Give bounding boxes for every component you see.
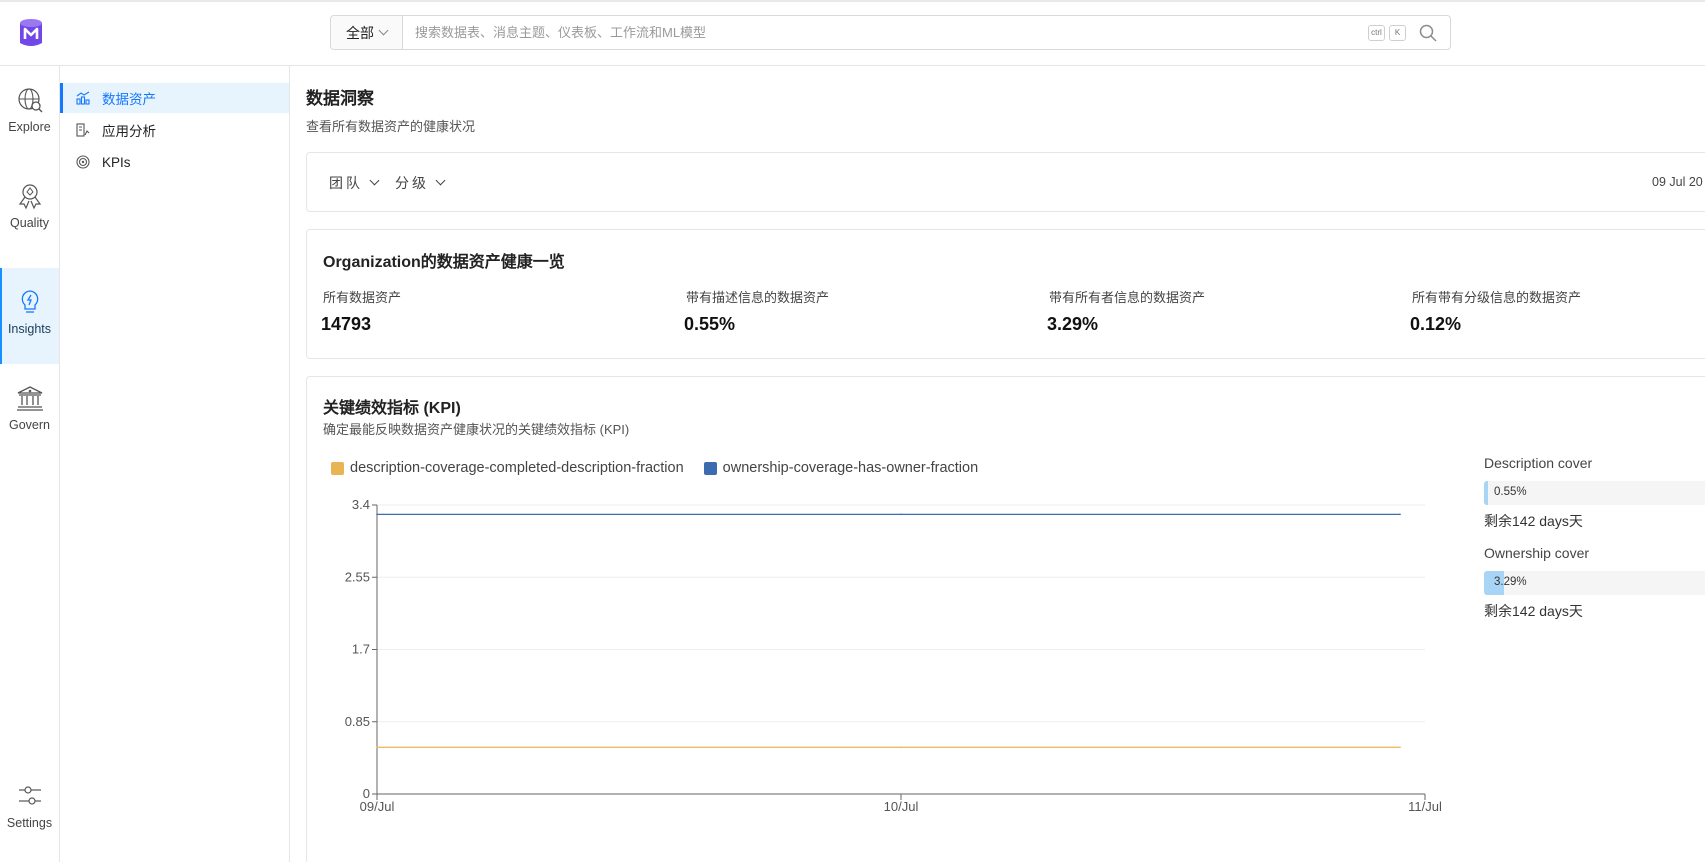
- stat-value: 14793: [321, 314, 372, 334]
- kpi-progress-fill: [1484, 481, 1488, 505]
- tier-filter-label: 分级: [395, 175, 429, 191]
- legend-swatch: [703, 461, 717, 475]
- kpi-subtitle: 确定最能反映数据资产健康状况的关键绩效指标 (KPI): [323, 422, 630, 437]
- search-input[interactable]: [403, 16, 1368, 49]
- team-filter[interactable]: 团队: [329, 173, 380, 193]
- kpis-icon: [76, 155, 90, 169]
- chart-legend: description-coverage-completed-descripti…: [331, 460, 978, 476]
- search-bar: 全部 ctrl K: [330, 15, 1451, 50]
- shortcut-key-ctrl: ctrl: [1368, 24, 1385, 41]
- legend-item-ownership[interactable]: ownership-coverage-has-owner-fraction: [703, 460, 979, 476]
- rail-item-govern[interactable]: Govern: [0, 384, 59, 454]
- chevron-down-icon: [435, 175, 446, 186]
- stat-label: 带有所有者信息的数据资产: [1049, 290, 1206, 305]
- kpi-progress-ownership: Ownership cover 3.29% 剩余142 days天: [1484, 545, 1705, 621]
- search-scope-select[interactable]: 全部: [331, 16, 403, 49]
- subnav-item-kpis[interactable]: KPIs: [60, 147, 289, 177]
- rail-item-quality[interactable]: Quality: [0, 182, 59, 252]
- stat-label: 所有带有分级信息的数据资产: [1412, 290, 1582, 305]
- quality-icon: [18, 184, 41, 210]
- kpi-remaining-days: 剩余142 days天: [1484, 513, 1583, 529]
- stat-tier-coverage: 所有带有分级信息的数据资产 0.12%: [1410, 287, 1582, 335]
- app-logo-icon[interactable]: [16, 17, 46, 49]
- data-asset-health-summary: Organization的数据资产健康一览 所有数据资产 14793 带有描述信…: [306, 229, 1705, 359]
- insights-icon: [21, 290, 38, 313]
- app-analytics-icon: [76, 123, 90, 137]
- search-icon[interactable]: [1418, 23, 1438, 43]
- rail-item-insights[interactable]: Insights: [0, 268, 59, 364]
- kpi-title: 关键绩效指标 (KPI): [323, 400, 461, 417]
- subnav-label-kpis: KPIs: [102, 154, 131, 170]
- series-point: [900, 746, 902, 749]
- govern-icon: [16, 386, 43, 411]
- kpi-progress-description: Description cover 0.55% 剩余142 days天: [1484, 455, 1705, 531]
- legend-item-description[interactable]: description-coverage-completed-descripti…: [331, 460, 684, 476]
- chevron-down-icon: [378, 25, 389, 36]
- legend-label: description-coverage-completed-descripti…: [350, 460, 684, 476]
- kpi-card: 关键绩效指标 (KPI) 确定最能反映数据资产健康状况的关键绩效指标 (KPI)…: [306, 376, 1705, 862]
- tier-filter[interactable]: 分级: [395, 173, 446, 193]
- stat-value: 0.12%: [1410, 314, 1462, 334]
- series-point: [376, 746, 378, 749]
- stat-value: 3.29%: [1047, 314, 1099, 334]
- top-bar: 全部 ctrl K: [0, 0, 1705, 66]
- data-assets-icon: [76, 91, 90, 105]
- summary-title: Organization的数据资产健康一览: [323, 254, 565, 271]
- series-point: [1399, 746, 1401, 749]
- kpi-remaining-days: 剩余142 days天: [1484, 603, 1583, 619]
- rail-label-explore: Explore: [8, 120, 51, 134]
- stat-label: 所有数据资产: [323, 290, 402, 305]
- left-rail: Explore Quality Insights Govern Settings: [0, 66, 60, 862]
- series-point: [376, 513, 378, 516]
- rail-label-govern: Govern: [9, 418, 50, 432]
- series-point: [900, 513, 902, 516]
- explore-icon: [17, 88, 42, 113]
- rail-item-explore[interactable]: Explore: [0, 86, 59, 156]
- subnav-label-data-assets: 数据资产: [102, 92, 156, 107]
- y-tick-label: 3.4: [352, 497, 370, 512]
- page-subtitle: 查看所有数据资产的健康状况: [306, 119, 476, 134]
- rail-label-quality: Quality: [10, 216, 49, 230]
- kpi-progress-name: Description cover: [1484, 455, 1593, 471]
- rail-label-settings: Settings: [6, 816, 53, 830]
- kpi-progress-bar: 3.29%: [1484, 571, 1705, 595]
- kpi-progress-bar: 0.55%: [1484, 481, 1705, 505]
- rail-item-settings[interactable]: Settings: [0, 782, 59, 852]
- legend-swatch: [331, 461, 344, 475]
- x-tick-label: 11/Jul: [1408, 799, 1442, 814]
- search-scope-value: 全部: [346, 24, 374, 41]
- filter-bar: 团队 分级 09 Jul 20: [306, 152, 1705, 212]
- settings-icon: [18, 786, 41, 805]
- date-range-picker[interactable]: 09 Jul 20: [1652, 175, 1703, 189]
- insights-subnav: 数据资产 应用分析 KPIs: [60, 66, 290, 862]
- stat-total-assets: 所有数据资产 14793: [321, 287, 402, 335]
- kpi-progress-list: Description cover 0.55% 剩余142 days天 Owne…: [1484, 455, 1705, 635]
- chevron-down-icon: [369, 175, 380, 186]
- x-tick-label: 09/Jul: [360, 799, 395, 814]
- kpi-progress-value: 3.29%: [1494, 576, 1527, 588]
- stat-value: 0.55%: [684, 314, 736, 334]
- legend-label: ownership-coverage-has-owner-fraction: [722, 460, 979, 476]
- subnav-label-app-analytics: 应用分析: [102, 124, 156, 139]
- main-content: 数据洞察 查看所有数据资产的健康状况 团队 分级 09 Jul 20 Organ…: [290, 66, 1705, 862]
- stat-description-coverage: 带有描述信息的数据资产 0.55%: [684, 287, 830, 335]
- top-divider: [0, 0, 1705, 2]
- kpi-progress-name: Ownership cover: [1484, 545, 1590, 561]
- subnav-item-app-analytics[interactable]: 应用分析: [60, 115, 289, 145]
- series-point: [1399, 513, 1401, 516]
- subnav-item-data-assets[interactable]: 数据资产: [60, 83, 289, 113]
- shortcut-key-k: K: [1389, 24, 1406, 41]
- y-tick-label: 0.85: [345, 714, 370, 729]
- stat-label: 带有描述信息的数据资产: [686, 290, 830, 305]
- page-title: 数据洞察: [306, 89, 374, 108]
- x-tick-label: 10/Jul: [884, 799, 919, 814]
- rail-label-insights: Insights: [7, 322, 52, 336]
- y-tick-label: 1.7: [352, 642, 370, 657]
- kpi-progress-value: 0.55%: [1494, 486, 1527, 498]
- y-tick-label: 2.55: [345, 569, 370, 584]
- team-filter-label: 团队: [329, 175, 363, 191]
- kpi-line-chart: 00.851.72.553.409/Jul 10/Jul 11/Jul: [345, 497, 1442, 814]
- stat-owner-coverage: 带有所有者信息的数据资产 3.29%: [1047, 287, 1206, 335]
